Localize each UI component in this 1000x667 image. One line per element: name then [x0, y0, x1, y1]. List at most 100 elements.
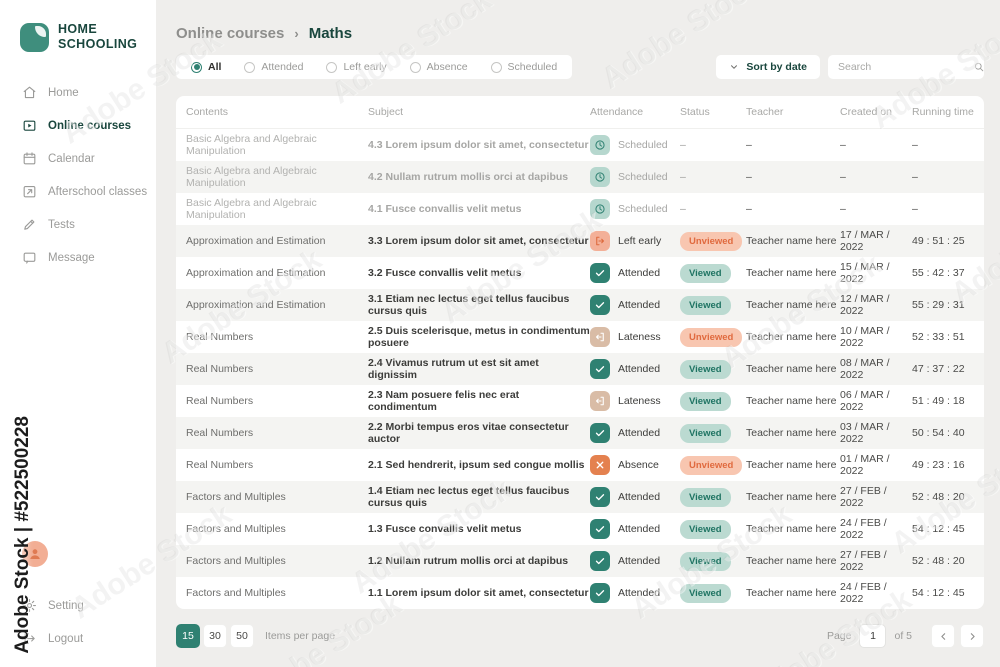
column-header-attendance: Attendance — [590, 106, 644, 118]
cell-created: – — [840, 171, 846, 183]
cell-attendance: Attended — [590, 359, 680, 379]
sort-by-date-button[interactable]: Sort by date — [716, 55, 820, 79]
sidebar-item-logout[interactable]: Logout — [0, 622, 156, 655]
filter-option-attended[interactable]: Attended — [244, 61, 303, 73]
sidebar-item-setting[interactable]: Setting — [0, 589, 156, 622]
radio-icon — [191, 61, 202, 73]
items-per-page-15-button[interactable]: 15 — [176, 624, 200, 648]
filter-option-scheduled[interactable]: Scheduled — [490, 61, 558, 73]
cell-running: 52 : 33 : 51 — [912, 331, 965, 343]
cell-contents: Factors and Multiples — [186, 491, 286, 503]
cell-running: 52 : 48 : 20 — [912, 491, 965, 503]
page-number-input[interactable] — [859, 624, 887, 648]
sidebar-item-label: Afterschool classes — [48, 185, 148, 198]
breadcrumb-separator: › — [294, 26, 299, 41]
column-header-subject: Subject — [368, 106, 404, 118]
table-row[interactable]: Basic Algebra and Algebraic Manipulation… — [176, 161, 984, 193]
logout-icon — [22, 631, 37, 646]
table-row[interactable]: Basic Algebra and Algebraic Manipulation… — [176, 193, 984, 225]
cell-created: 17 / MAR / 2022 — [840, 229, 890, 253]
app-logo-icon — [20, 22, 49, 52]
prev-page-button[interactable] — [931, 624, 955, 648]
next-page-button[interactable] — [960, 624, 984, 648]
status-badge: Viewed — [680, 551, 731, 571]
chevron-right-icon — [967, 631, 978, 642]
filter-option-absence[interactable]: Absence — [409, 61, 468, 73]
breadcrumb-parent[interactable]: Online courses — [176, 25, 284, 42]
table-row[interactable]: Factors and Multiples 1.3 Fusce convalli… — [176, 513, 984, 545]
sidebar-item-tests[interactable]: Tests — [0, 208, 156, 241]
attended-icon — [590, 295, 610, 315]
cell-running: – — [912, 171, 918, 183]
cell-created: 27 / FEB / 2022 — [840, 485, 887, 509]
status-badge: Viewed — [680, 583, 731, 603]
sidebar-item-calendar[interactable]: Calendar — [0, 142, 156, 175]
table-row[interactable]: Factors and Multiples 1.2 Nullam rutrum … — [176, 545, 984, 577]
cell-attendance: Scheduled — [590, 199, 680, 219]
filter-option-label: Left early — [343, 61, 387, 73]
cell-subject: 3.2 Fusce convallis velit metus — [368, 267, 522, 279]
cell-created: 03 / MAR / 2022 — [840, 421, 890, 445]
items-per-page-30-button[interactable]: 30 — [203, 624, 227, 648]
filter-option-left-early[interactable]: Left early — [326, 61, 387, 73]
cell-teacher: – — [746, 171, 752, 183]
radio-icon — [244, 61, 256, 73]
attendance-label: Attended — [618, 491, 661, 503]
cell-teacher: – — [746, 203, 752, 215]
attendance-label: Attended — [618, 523, 661, 535]
cell-subject: 2.5 Duis scelerisque, metus in condiment… — [368, 325, 590, 349]
cell-created: 10 / MAR / 2022 — [840, 325, 890, 349]
cell-teacher: Teacher name here — [746, 587, 837, 599]
table-row[interactable]: Real Numbers 2.5 Duis scelerisque, metus… — [176, 321, 984, 353]
cell-attendance: Attended — [590, 487, 680, 507]
sidebar-item-label: Logout — [48, 632, 84, 645]
table-row[interactable]: Approximation and Estimation 3.3 Lorem i… — [176, 225, 984, 257]
cell-running: 49 : 51 : 25 — [912, 235, 965, 247]
cell-contents: Real Numbers — [186, 459, 254, 471]
pagination-bar: 15 30 50 Items per page Page of 5 — [176, 624, 984, 648]
table-row[interactable]: Real Numbers 2.1 Sed hendrerit, ipsum se… — [176, 449, 984, 481]
lateness-icon — [590, 391, 610, 411]
chevron-down-icon — [729, 62, 739, 72]
cell-running: 55 : 42 : 37 — [912, 267, 965, 279]
page-title: Maths — [308, 25, 353, 42]
cell-teacher: Teacher name here — [746, 331, 837, 343]
sidebar-item-online-courses[interactable]: Online courses — [0, 109, 156, 142]
attended-icon — [590, 359, 610, 379]
items-per-page-50-button[interactable]: 50 — [230, 624, 254, 648]
table-row[interactable]: Factors and Multiples 1.1 Lorem ipsum do… — [176, 577, 984, 609]
cell-subject: 2.3 Nam posuere felis nec erat condiment… — [368, 389, 520, 413]
table-row[interactable]: Basic Algebra and Algebraic Manipulation… — [176, 129, 984, 161]
filter-option-label: Scheduled — [507, 61, 558, 73]
cell-running: – — [912, 203, 918, 215]
attendance-label: Scheduled — [618, 139, 668, 151]
avatar[interactable] — [22, 541, 48, 567]
attended-icon — [590, 263, 610, 283]
courses-table: Contents Subject Attendance Status Teach… — [176, 96, 984, 609]
table-row[interactable]: Real Numbers 2.2 Morbi tempus eros vitae… — [176, 417, 984, 449]
cell-contents: Basic Algebra and Algebraic Manipulation — [186, 197, 317, 221]
table-row[interactable]: Approximation and Estimation 3.2 Fusce c… — [176, 257, 984, 289]
cell-teacher: Teacher name here — [746, 523, 837, 535]
attendance-label: Attended — [618, 267, 661, 279]
sidebar-item-label: Calendar — [48, 152, 95, 165]
cell-attendance: Attended — [590, 583, 680, 603]
cell-subject: 1.1 Lorem ipsum dolor sit amet, consecte… — [368, 587, 589, 599]
cell-contents: Real Numbers — [186, 363, 254, 375]
sidebar-item-afterschool-classes[interactable]: Afterschool classes — [0, 175, 156, 208]
cell-status: Viewed — [680, 359, 746, 379]
sidebar-item-message[interactable]: Message — [0, 241, 156, 274]
cell-subject: 4.3 Lorem ipsum dolor sit amet, consecte… — [368, 139, 589, 151]
table-row[interactable]: Factors and Multiples 1.4 Etiam nec lect… — [176, 481, 984, 513]
table-row[interactable]: Real Numbers 2.4 Vivamus rutrum ut est s… — [176, 353, 984, 385]
sidebar-item-home[interactable]: Home — [0, 76, 156, 109]
status-badge: Unviewed — [680, 455, 743, 475]
absence-icon — [590, 455, 610, 475]
cell-attendance: Absence — [590, 455, 680, 475]
filter-option-all[interactable]: All — [191, 61, 221, 73]
search-icon[interactable] — [973, 61, 985, 73]
search-input[interactable] — [838, 61, 973, 73]
table-row[interactable]: Approximation and Estimation 3.1 Etiam n… — [176, 289, 984, 321]
table-row[interactable]: Real Numbers 2.3 Nam posuere felis nec e… — [176, 385, 984, 417]
attendance-label: Left early — [618, 235, 662, 247]
